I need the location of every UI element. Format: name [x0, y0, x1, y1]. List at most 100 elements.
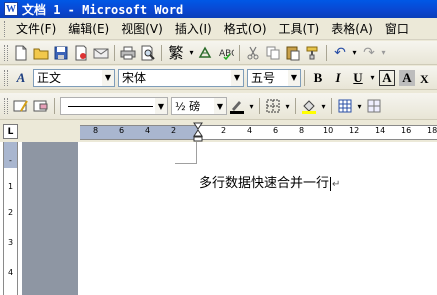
paragraph-mark-icon: ↵: [332, 179, 341, 190]
toolbar-separator: [239, 44, 240, 61]
undo-icon[interactable]: ↶: [330, 43, 350, 63]
text-cursor: [330, 176, 332, 191]
menu-edit[interactable]: 编辑(E): [62, 20, 115, 37]
email-icon[interactable]: [91, 43, 111, 63]
font-value: 宋体: [122, 71, 147, 85]
tab-selector-button[interactable]: L: [3, 124, 18, 139]
svg-text:X: X: [420, 72, 429, 85]
cut-icon[interactable]: [243, 43, 263, 63]
ruler-tick: 2: [221, 126, 227, 135]
ruler-tick: 3: [7, 238, 14, 247]
toolbar-grip: [4, 44, 8, 61]
size-combo[interactable]: 五号 ▼: [247, 68, 301, 87]
font-combo[interactable]: 宋体 ▼: [118, 68, 244, 87]
save-icon[interactable]: [51, 43, 71, 63]
menu-file[interactable]: 文件(F): [10, 20, 62, 37]
toolbar-separator: [326, 44, 327, 61]
toolbar-separator: [161, 44, 162, 61]
horizontal-ruler[interactable]: 8 6 4 2 2 4 6 8 10 12 14 16 18: [80, 125, 437, 140]
toolbar-separator: [304, 69, 305, 86]
insert-table-icon[interactable]: [335, 96, 355, 116]
ruler-tick: 8: [93, 126, 99, 135]
menu-table[interactable]: 表格(A): [325, 20, 379, 37]
chevron-down-icon[interactable]: ▼: [154, 98, 167, 114]
chevron-down-icon[interactable]: ▾: [283, 102, 292, 111]
copy-icon[interactable]: [263, 43, 283, 63]
document-text[interactable]: 多行数据快速合并一行 ↵: [199, 172, 340, 191]
line-weight-value: ½ 磅: [175, 100, 201, 113]
chevron-down-icon[interactable]: ▼: [101, 69, 114, 86]
tables-borders-toolbar: ▼ ½ 磅 ▼ ▾ ▾ ▾ ▾: [0, 93, 437, 120]
chevron-down-icon[interactable]: ▾: [350, 48, 359, 57]
draw-table-icon[interactable]: [11, 96, 31, 116]
line-style-combo[interactable]: ▼: [60, 97, 168, 115]
new-icon[interactable]: [11, 43, 31, 63]
ruler-tick: -: [9, 156, 12, 165]
menu-bar: 文件(F) 编辑(E) 视图(V) 插入(I) 格式(O) 工具(T) 表格(A…: [0, 18, 437, 40]
borders-icon[interactable]: [263, 96, 283, 116]
word-doc-icon: W: [4, 2, 18, 16]
chevron-down-icon[interactable]: ▾: [187, 48, 196, 57]
open-icon[interactable]: [31, 43, 51, 63]
char-shading-button[interactable]: A: [399, 69, 415, 86]
title-bar: W 文档 1 - Microsoft Word: [0, 0, 437, 18]
ruler-tick: 8: [299, 126, 305, 135]
document-workspace: - 1 2 3 4 多行数据快速合并一行 ↵: [0, 142, 437, 295]
chevron-down-icon[interactable]: ▾: [319, 102, 328, 111]
char-scale-icon[interactable]: X: [417, 68, 437, 88]
ruler-tick: 2: [7, 208, 14, 217]
shading-icon[interactable]: [299, 96, 319, 116]
traditional-chinese-icon[interactable]: 繁: [165, 43, 187, 63]
border-color-icon[interactable]: [227, 96, 247, 116]
paste-icon[interactable]: [283, 43, 303, 63]
document-page[interactable]: 多行数据快速合并一行 ↵: [78, 142, 437, 295]
menu-format[interactable]: 格式(O): [218, 20, 273, 37]
style-value: 正文: [37, 71, 62, 85]
menu-window[interactable]: 窗口: [379, 20, 415, 37]
research-icon[interactable]: [196, 43, 216, 63]
eraser-icon[interactable]: [31, 96, 51, 116]
ruler-tick: 18: [427, 126, 437, 135]
styles-icon[interactable]: A: [11, 68, 31, 88]
chevron-down-icon[interactable]: ▾: [355, 102, 364, 111]
menu-insert[interactable]: 插入(I): [169, 20, 218, 37]
char-border-button[interactable]: A: [379, 69, 395, 86]
spelling-icon[interactable]: ABC: [216, 43, 236, 63]
toolbar-separator: [259, 98, 260, 114]
ruler-tick: 2: [171, 126, 177, 135]
ruler-tick: 14: [375, 126, 386, 135]
menu-tools[interactable]: 工具(T): [273, 20, 326, 37]
italic-button[interactable]: I: [328, 68, 348, 88]
indent-marker-icon[interactable]: [193, 122, 203, 142]
grid-icon[interactable]: [364, 96, 384, 116]
print-icon[interactable]: [118, 43, 138, 63]
print-preview-icon[interactable]: [138, 43, 158, 63]
line-style-value: [61, 105, 154, 107]
chevron-down-icon[interactable]: ▾: [379, 48, 388, 57]
redo-icon[interactable]: ↷: [359, 43, 379, 63]
ruler-tick: 4: [247, 126, 253, 135]
chevron-down-icon[interactable]: ▼: [230, 69, 243, 86]
style-combo[interactable]: 正文 ▼: [33, 68, 115, 87]
vertical-ruler[interactable]: - 1 2 3 4: [3, 142, 18, 295]
ruler-tick: 10: [323, 126, 334, 135]
ruler-tick: 1: [7, 182, 14, 191]
menu-view[interactable]: 视图(V): [115, 20, 169, 37]
toolbar-separator: [331, 98, 332, 114]
toolbar-grip: [4, 98, 8, 114]
format-painter-icon[interactable]: [303, 43, 323, 63]
permission-icon[interactable]: [71, 43, 91, 63]
toolbar-separator: [54, 98, 55, 114]
formatting-toolbar: A 正文 ▼ 宋体 ▼ 五号 ▼ B I U ▾ A A X: [0, 66, 437, 90]
chevron-down-icon[interactable]: ▾: [368, 73, 377, 82]
line-weight-combo[interactable]: ½ 磅 ▼: [171, 97, 227, 115]
window-title: 文档 1 - Microsoft Word: [22, 2, 184, 17]
underline-button[interactable]: U: [348, 68, 368, 88]
paragraph-text: 多行数据快速合并一行: [199, 176, 330, 191]
ruler-tick: 16: [401, 126, 412, 135]
chevron-down-icon[interactable]: ▾: [247, 102, 256, 111]
chevron-down-icon[interactable]: ▼: [287, 69, 300, 86]
chevron-down-icon[interactable]: ▼: [213, 98, 226, 114]
bold-button[interactable]: B: [308, 68, 328, 88]
ruler-tick: 6: [119, 126, 125, 135]
